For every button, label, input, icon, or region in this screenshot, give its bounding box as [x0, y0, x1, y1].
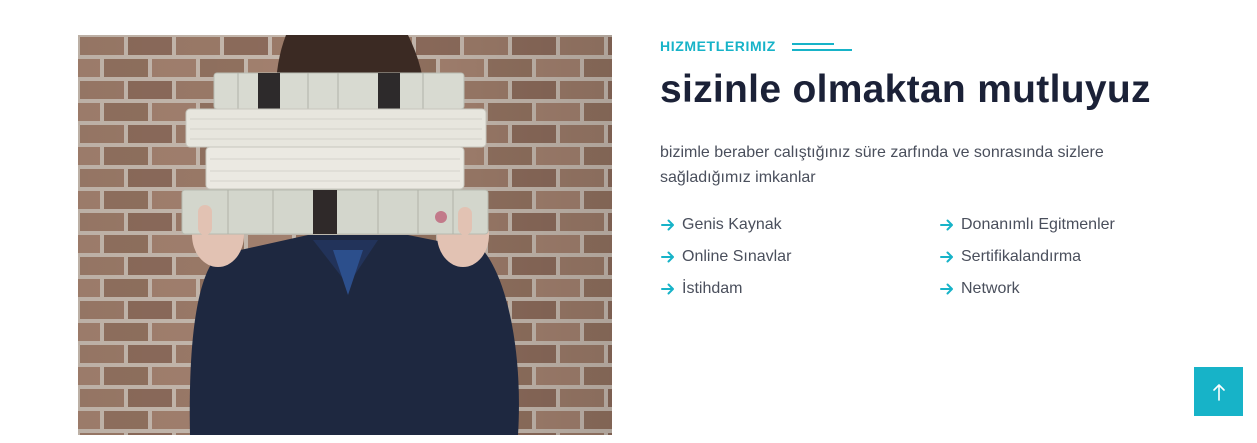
feature-label: Donanımlı Egitmenler [961, 216, 1115, 233]
section-eyebrow: HIZMETLERIMIZ [660, 37, 1220, 55]
feature-label: Online Sınavlar [682, 248, 792, 265]
section-title: sizinle olmaktan mutluyuz [660, 68, 1151, 111]
eyebrow-decoration [791, 41, 854, 51]
feature-item: Network [939, 278, 1218, 300]
eyebrow-label: HIZMETLERIMIZ [660, 38, 776, 54]
services-section: HIZMETLERIMIZ sizinle olmaktan mutluyuz … [0, 0, 1257, 443]
arrow-right-icon [661, 219, 674, 231]
arrow-right-icon [940, 283, 953, 295]
feature-label: İstihdam [682, 280, 743, 297]
person-holding-books-photo [78, 35, 612, 435]
feature-label: Network [961, 280, 1020, 297]
feature-label: Genis Kaynak [682, 216, 782, 233]
scroll-to-top-button[interactable] [1194, 367, 1243, 416]
feature-list: Genis Kaynak Donanımlı Egitmenler Online… [660, 214, 1220, 300]
feature-item: Sertifikalandırma [939, 246, 1218, 268]
arrow-right-icon [940, 219, 953, 231]
section-description: bizimle beraber calıştığınız süre zarfın… [660, 144, 1104, 186]
arrow-up-icon [1212, 383, 1225, 401]
feature-item: Donanımlı Egitmenler [939, 214, 1218, 236]
arrow-right-icon [940, 251, 953, 263]
feature-item: Online Sınavlar [660, 246, 939, 268]
feature-item: Genis Kaynak [660, 214, 939, 236]
arrow-right-icon [661, 251, 674, 263]
feature-item: İstihdam [660, 278, 939, 300]
services-content: HIZMETLERIMIZ sizinle olmaktan mutluyuz … [660, 37, 1220, 300]
arrow-right-icon [661, 283, 674, 295]
feature-label: Sertifikalandırma [961, 248, 1082, 265]
